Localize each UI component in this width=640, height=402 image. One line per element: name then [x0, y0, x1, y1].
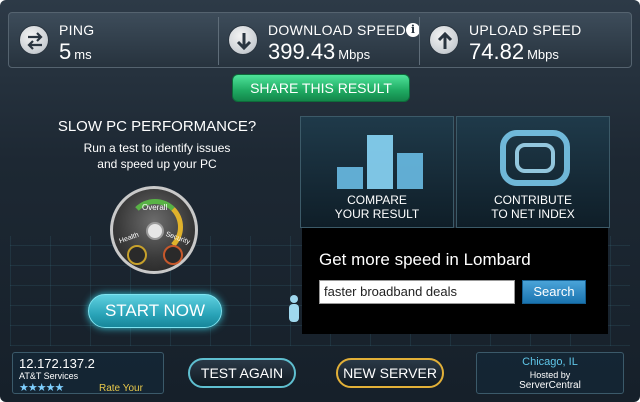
start-now-button[interactable]: START NOW — [88, 294, 222, 328]
speedtest-frame: PING 5 ms DOWNLOAD SPEED i 399.43 Mbps UPL… — [0, 0, 640, 402]
upload-unit: Mbps — [527, 47, 559, 62]
download-unit: Mbps — [338, 47, 371, 62]
ping-arrows-icon — [19, 25, 49, 55]
ping-value: 5 ms — [59, 39, 92, 65]
action-tiles: COMPARE YOUR RESULT CONTRIBUTE TO NET IN… — [300, 116, 610, 228]
slow-pc-subtitle-line1: Run a test to identify issues — [83, 141, 231, 155]
download-value: 399.43 Mbps — [268, 39, 370, 65]
bottom-bar: 12.172.137.2 AT&T Services ★★★★★ Rate Yo… — [8, 350, 632, 396]
download-stat: DOWNLOAD SPEED i 399.43 Mbps — [218, 13, 424, 69]
upload-arrow-icon — [429, 25, 459, 55]
ip-info-box: 12.172.137.2 AT&T Services ★★★★★ Rate Yo… — [12, 352, 164, 394]
ad-search-input[interactable]: faster broadband deals — [319, 280, 515, 304]
compare-result-tile[interactable]: COMPARE YOUR RESULT — [300, 116, 454, 228]
gauge-overall-label: Overall — [142, 203, 168, 212]
compare-label-line1: COMPARE — [347, 193, 407, 207]
security-mini-gauge — [163, 245, 183, 265]
gauge-hub — [146, 222, 164, 240]
ping-unit: ms — [74, 47, 92, 62]
download-label: DOWNLOAD SPEED — [268, 22, 406, 38]
ping-stat: PING 5 ms — [15, 13, 215, 69]
net-index-icon — [500, 130, 570, 186]
results-bar: PING 5 ms DOWNLOAD SPEED i 399.43 Mbps UPL… — [8, 12, 632, 68]
slow-pc-title: SLOW PC PERFORMANCE? — [57, 118, 257, 135]
net-index-label: CONTRIBUTE TO NET INDEX — [457, 193, 609, 221]
ad-title: Get more speed in Lombard — [319, 250, 531, 269]
slow-pc-subtitle-line2: and speed up your PC — [97, 157, 217, 171]
server-info-box: Chicago, IL Hosted by ServerCentral — [476, 352, 624, 394]
test-again-button[interactable]: TEST AGAIN — [188, 358, 296, 388]
health-mini-gauge — [127, 245, 147, 265]
server-city: Chicago, IL — [522, 356, 578, 368]
upload-number: 74.82 — [469, 39, 525, 64]
hosted-by-label: Hosted by — [529, 370, 571, 380]
info-icon[interactable]: i — [406, 23, 420, 37]
slow-pc-panel: SLOW PC PERFORMANCE? Run a test to ident… — [18, 110, 296, 342]
net-index-label-line1: CONTRIBUTE — [494, 193, 572, 207]
net-index-label-line2: TO NET INDEX — [491, 207, 575, 221]
ad-box: Get more speed in Lombard faster broadba… — [302, 228, 608, 334]
ping-number: 5 — [59, 39, 72, 64]
download-arrow-icon — [228, 25, 258, 55]
person-icon — [289, 295, 299, 322]
host-name: ServerCentral — [519, 380, 581, 391]
upload-stat: UPLOAD SPEED 74.82 Mbps — [419, 13, 633, 69]
net-index-tile[interactable]: CONTRIBUTE TO NET INDEX — [456, 116, 610, 228]
ad-search-button[interactable]: Search — [522, 280, 586, 304]
ping-label: PING — [59, 22, 95, 38]
ip-address: 12.172.137.2 — [19, 356, 95, 371]
rate-your-label: Rate Your — [99, 383, 143, 394]
compare-label-line2: YOUR RESULT — [334, 207, 420, 221]
share-result-button[interactable]: SHARE THIS RESULT — [232, 74, 410, 102]
upload-label: UPLOAD SPEED — [469, 22, 582, 38]
pc-health-gauge-icon: Overall Health Security — [110, 186, 198, 274]
compare-label: COMPARE YOUR RESULT — [301, 193, 453, 221]
new-server-button[interactable]: NEW SERVER — [336, 358, 444, 388]
slow-pc-subtitle: Run a test to identify issues and speed … — [18, 140, 296, 172]
rating-stars-icon[interactable]: ★★★★★ — [19, 381, 64, 394]
bar-chart-icon — [337, 135, 423, 189]
download-number: 399.43 — [268, 39, 336, 64]
upload-value: 74.82 Mbps — [469, 39, 559, 65]
isp-name: AT&T Services — [19, 371, 79, 381]
